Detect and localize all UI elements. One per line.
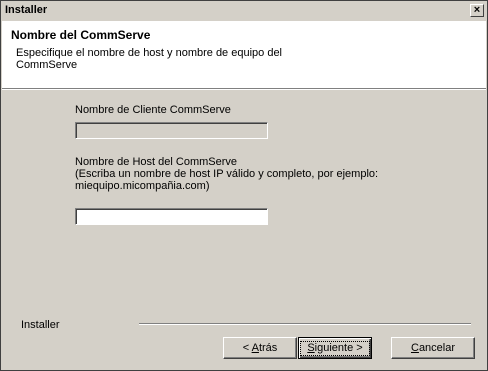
page-title: Nombre del CommServe: [11, 28, 151, 42]
header-divider: [2, 89, 486, 90]
window-title: Installer: [5, 4, 48, 16]
host-name-label: Nombre de Host del CommServe (Escriba un…: [75, 156, 379, 192]
next-button[interactable]: Siguiente >: [298, 337, 372, 359]
back-button[interactable]: < Atrás: [223, 337, 297, 359]
cancel-button[interactable]: Cancelar: [391, 337, 475, 359]
back-button-label: trás: [258, 341, 278, 354]
title-bar[interactable]: Installer ×: [2, 2, 486, 20]
host-name-field[interactable]: [75, 208, 268, 225]
client-name-field[interactable]: [75, 122, 268, 139]
next-button-mnemonic: S: [307, 341, 315, 354]
wizard-header: Nombre del CommServe Especifique el nomb…: [2, 21, 486, 89]
back-button-mnemonic: A: [251, 341, 259, 354]
page-subtitle: Especifique el nombre de host y nombre d…: [16, 47, 283, 71]
next-button-label: iguiente >: [314, 341, 363, 354]
cancel-button-mnemonic: C: [410, 341, 419, 354]
back-button-prefix: <: [242, 341, 252, 354]
client-name-label: Nombre de Cliente CommServe: [75, 104, 231, 116]
installer-dialog: Installer × Nombre del CommServe Especif…: [0, 0, 488, 371]
cancel-button-label: ancelar: [418, 341, 456, 354]
next-button-focus: Siguiente >: [300, 340, 370, 356]
close-icon: ×: [473, 4, 481, 16]
footer-separator: [139, 323, 471, 325]
footer-brand-label: Installer: [21, 319, 60, 331]
close-button[interactable]: ×: [470, 4, 484, 17]
